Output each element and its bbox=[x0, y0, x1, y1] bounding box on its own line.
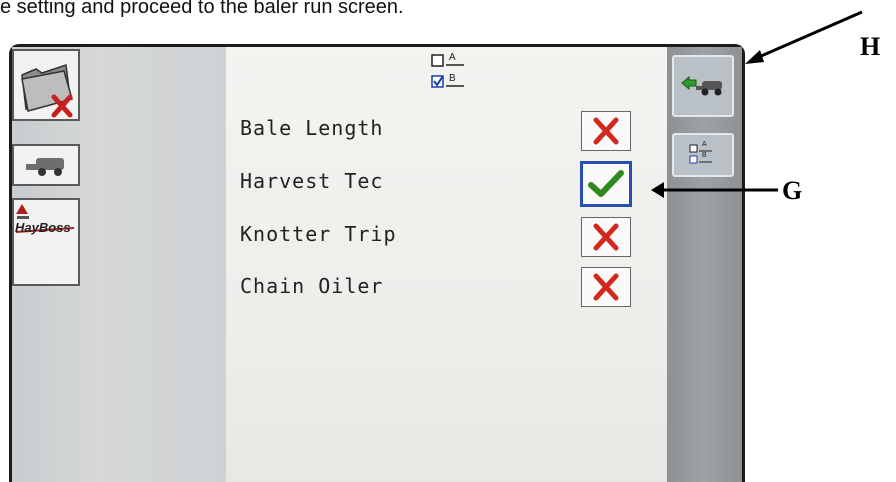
profile-option-b-label: B bbox=[449, 73, 456, 84]
caption-text: e setting and proceed to the baler run s… bbox=[0, 0, 404, 18]
profile-ab-button[interactable]: A B bbox=[672, 133, 734, 177]
back-to-baler-run-button[interactable] bbox=[672, 55, 734, 117]
profile-small-option-b-label: B bbox=[702, 152, 707, 159]
bale-length-toggle[interactable] bbox=[581, 111, 631, 151]
x-mark-icon bbox=[593, 223, 619, 251]
baler-icon bbox=[26, 158, 64, 176]
left-panel: HayBoss bbox=[12, 47, 226, 482]
row-label-bale-length: Bale Length bbox=[240, 116, 384, 140]
profile-small-option-a-label: A bbox=[702, 141, 707, 148]
hayboss-button[interactable]: HayBoss bbox=[12, 198, 80, 286]
row-label-harvest-tec: Harvest Tec bbox=[240, 169, 384, 193]
annotation-h-label: H bbox=[860, 32, 881, 61]
arrow-h-head bbox=[745, 50, 764, 64]
chain-oiler-toggle[interactable] bbox=[581, 267, 631, 307]
row-label-chain-oiler: Chain Oiler bbox=[240, 274, 384, 298]
profile-ab-icon bbox=[431, 54, 464, 88]
folder-delete-button[interactable] bbox=[12, 49, 80, 121]
folder-delete-icon bbox=[21, 63, 73, 118]
row-label-knotter-trip: Knotter Trip bbox=[240, 222, 397, 246]
right-panel: A B bbox=[667, 47, 742, 482]
annotation-g-label: G bbox=[782, 176, 803, 205]
profile-option-a-label: A bbox=[449, 52, 456, 63]
harvest-tec-toggle[interactable] bbox=[580, 161, 632, 207]
knotter-trip-toggle[interactable] bbox=[581, 217, 631, 257]
hayboss-logo-text: HayBoss bbox=[15, 220, 71, 235]
back-to-baler-run-icon bbox=[681, 75, 722, 96]
check-mark-icon bbox=[588, 170, 624, 197]
x-mark-icon bbox=[593, 117, 619, 145]
arrow-h-line bbox=[751, 10, 863, 62]
x-mark-icon bbox=[593, 273, 619, 301]
main-content: A B Bale Length Harvest Tec Knotter Trip… bbox=[226, 47, 667, 482]
baler-button[interactable] bbox=[12, 144, 80, 186]
profile-selector[interactable]: A B bbox=[426, 52, 486, 99]
display-screen: HayBoss A B Bale Length Harvest Tec Knot… bbox=[9, 44, 745, 482]
